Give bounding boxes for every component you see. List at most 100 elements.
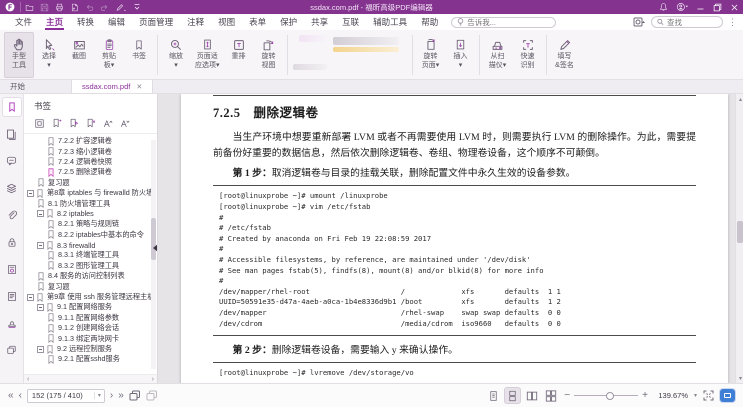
minimize-icon[interactable] xyxy=(696,3,705,12)
menu-item-互联[interactable]: 互联 xyxy=(335,14,366,30)
bookmark-item[interactable]: 9.1 配置网络服务 xyxy=(24,302,157,312)
undo-icon[interactable] xyxy=(85,3,94,12)
nav-comment-icon[interactable] xyxy=(3,152,21,170)
tree-expander-icon[interactable] xyxy=(37,242,44,249)
tell-me-box[interactable] xyxy=(451,17,556,28)
text-smaller-icon[interactable] xyxy=(119,118,130,129)
menu-item-表单[interactable]: 表单 xyxy=(242,14,273,30)
tool-insert[interactable]: 插入▾ xyxy=(446,32,476,78)
bookmark-item[interactable]: 8.2.1 策略与规则链 xyxy=(24,219,157,229)
folder-open-icon[interactable] xyxy=(25,3,34,12)
next-page-button[interactable]: › xyxy=(110,390,113,401)
print-icon[interactable] xyxy=(55,3,64,12)
layout-facing-button[interactable] xyxy=(524,388,539,403)
assistant-badge-icon[interactable] xyxy=(720,389,735,402)
ink-sign-icon[interactable] xyxy=(115,3,127,12)
nav-windows-icon[interactable] xyxy=(3,341,21,359)
nav-bookmark-icon[interactable] xyxy=(3,98,21,116)
panel-vertical-scrollbar[interactable] xyxy=(151,140,156,369)
add-bookmark-icon[interactable] xyxy=(51,117,62,129)
nav-attachment-icon[interactable] xyxy=(3,206,21,224)
bookmark-goto-icon[interactable] xyxy=(68,117,79,129)
tree-expander-icon[interactable] xyxy=(37,304,44,311)
zoom-slider[interactable]: − + xyxy=(564,390,648,401)
account-icon[interactable] xyxy=(676,2,688,12)
document-vertical-scrollbar[interactable]: ▴ ▾ xyxy=(735,94,743,383)
menu-item-注释[interactable]: 注释 xyxy=(180,14,211,30)
bookmark-item[interactable]: 7.2.5 删除逻辑卷 xyxy=(24,167,157,177)
bookmark-item[interactable]: 8.4 服务的访问控制列表 xyxy=(24,271,157,281)
bookmark-item[interactable]: 8.1 防火墙管理工具 xyxy=(24,198,157,208)
tab-开始[interactable]: 开始 xyxy=(0,80,72,93)
menu-item-编辑[interactable]: 编辑 xyxy=(101,14,132,30)
first-page-button[interactable]: « xyxy=(8,390,14,401)
bookmark-item[interactable]: 7.2.3 缩小逻辑卷 xyxy=(24,146,157,156)
bookmark-item[interactable]: 8.2.2 iptables中基本的命令 xyxy=(24,230,157,240)
nav-destination-icon[interactable] xyxy=(3,287,21,305)
split-window-icon[interactable] xyxy=(146,390,158,401)
bell-icon[interactable] xyxy=(659,2,668,12)
new-window-icon[interactable] xyxy=(129,390,141,401)
tree-expander-icon[interactable] xyxy=(37,346,44,353)
tool-fitpage[interactable]: 页面适应选项▾ xyxy=(191,32,224,78)
zoom-in-button[interactable]: + xyxy=(642,390,648,401)
nav-layers-icon[interactable] xyxy=(3,179,21,197)
bookmark-item[interactable]: 8.3.1 终端管理工具 xyxy=(24,250,157,260)
tool-bookmark[interactable]: 书签 xyxy=(124,32,154,78)
page-dropdown-icon[interactable]: ▾ xyxy=(94,392,104,399)
menu-item-共享[interactable]: 共享 xyxy=(304,14,335,30)
bookmark-item[interactable]: 复习题 xyxy=(24,281,157,291)
tool-ocr[interactable]: 快速识别 xyxy=(513,32,543,78)
bookmark-item[interactable]: 9.1.1 配置网络参数 xyxy=(24,313,157,323)
find-box[interactable] xyxy=(651,16,723,28)
tool-hand[interactable]: 手型工具 xyxy=(4,32,34,78)
redo-icon[interactable] xyxy=(100,3,109,12)
tree-expander-icon[interactable] xyxy=(27,294,34,301)
menu-item-保护[interactable]: 保护 xyxy=(273,14,304,30)
tab-ssdax.com.pdf[interactable]: ssdax.com.pdf✕ xyxy=(72,80,153,93)
bookmark-item[interactable]: 8.2 iptables xyxy=(24,209,157,219)
bookmark-item[interactable]: 8.3 firewalld xyxy=(24,240,157,250)
customize-chevron-icon[interactable] xyxy=(133,3,141,11)
fullscreen-icon[interactable] xyxy=(703,390,714,401)
new-page-icon[interactable] xyxy=(70,3,79,12)
bookmark-item[interactable]: 第9章 使用 ssh 服务管理远程主机 xyxy=(24,292,157,302)
layout-single-button[interactable] xyxy=(486,388,501,403)
page-number-input[interactable] xyxy=(28,391,94,400)
zoom-out-button[interactable]: − xyxy=(564,390,570,401)
panel-horizontal-scrollbar[interactable]: ‹› xyxy=(24,374,157,383)
nav-security-icon[interactable] xyxy=(3,233,21,251)
find-input[interactable] xyxy=(667,18,717,27)
expand-all-icon[interactable] xyxy=(34,118,45,129)
tree-expander-icon[interactable] xyxy=(37,210,44,217)
tool-fillsign[interactable]: 填写&签名 xyxy=(550,32,580,78)
scroll-up-icon[interactable]: ▴ xyxy=(739,96,742,103)
zoom-percentage[interactable]: 139.67% xyxy=(654,391,688,400)
zoom-slider-thumb[interactable] xyxy=(606,392,614,400)
menu-item-页面管理[interactable]: 页面管理 xyxy=(132,14,180,30)
close-icon[interactable] xyxy=(730,3,739,12)
menu-item-帮助[interactable]: 帮助 xyxy=(414,14,445,30)
bookmark-del-icon[interactable] xyxy=(85,117,96,129)
bookmark-item[interactable]: 9.2.1 配置sshd服务 xyxy=(24,354,157,364)
bookmark-item[interactable]: 9.1.3 绑定两块网卡 xyxy=(24,333,157,343)
more-options-icon[interactable]: ⋮ xyxy=(728,17,737,28)
nav-signature-icon[interactable] xyxy=(3,260,21,278)
menu-item-转换[interactable]: 转换 xyxy=(70,14,101,30)
menu-item-文件[interactable]: 文件 xyxy=(8,14,39,30)
view-tools-icon[interactable] xyxy=(633,17,646,27)
tree-expander-icon[interactable] xyxy=(27,190,34,197)
tool-scanner[interactable]: 从扫描仪▾ xyxy=(483,32,513,78)
menu-item-视图[interactable]: 视图 xyxy=(211,14,242,30)
bookmark-item[interactable]: 7.2.2 扩容逻辑卷 xyxy=(24,136,157,146)
bookmark-item[interactable]: 复习题 xyxy=(24,178,157,188)
layout-facing-continuous-button[interactable] xyxy=(543,388,558,403)
bookmark-item[interactable]: 8.3.2 图形管理工具 xyxy=(24,261,157,271)
page-number-box[interactable]: ▾ xyxy=(27,389,105,403)
maximize-icon[interactable] xyxy=(713,3,722,12)
nav-pages-icon[interactable] xyxy=(3,125,21,143)
tool-reflow[interactable]: 重排 xyxy=(224,32,254,78)
tool-cursor[interactable]: 选择▾ xyxy=(34,32,64,78)
layout-continuous-button[interactable] xyxy=(505,388,520,403)
zoom-dropdown-icon[interactable]: ▾ xyxy=(694,392,697,399)
